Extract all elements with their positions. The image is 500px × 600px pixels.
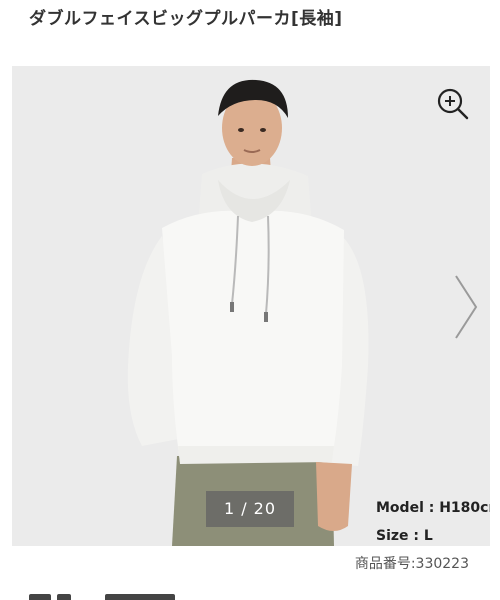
image-counter: 1 / 20 (206, 491, 294, 527)
product-photo (12, 66, 490, 546)
zoom-in-icon (437, 88, 469, 120)
model-info: Model : H180cm Size : L (376, 494, 490, 546)
zoom-button[interactable] (436, 87, 470, 121)
product-title: ダブルフェイスビッグプルパーカ[長袖] (29, 9, 343, 29)
product-code: 商品番号:330223 (354, 556, 469, 572)
chevron-right-icon (455, 275, 478, 339)
product-page: ダブルフェイスビッグプルパーカ[長袖] 1 / 20 Model: H180c… (0, 0, 500, 600)
model-height: Model : H180cm (376, 500, 490, 516)
product-image-gallery[interactable]: 1 / 20 Model : H180cm Size : L (12, 66, 490, 546)
model-size: Size : L (376, 528, 433, 544)
next-image-button[interactable] (448, 272, 482, 342)
cutoff-text-row (29, 592, 229, 600)
